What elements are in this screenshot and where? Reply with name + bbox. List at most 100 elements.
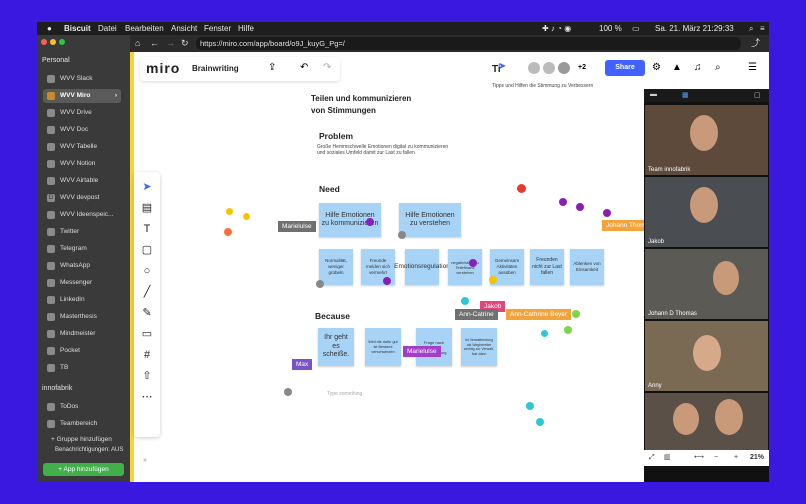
because-title[interactable]: Because (315, 311, 350, 321)
cursor-icon[interactable]: ➤ (498, 61, 513, 76)
app-menu[interactable]: Biscuit (64, 22, 91, 35)
comment-tool-icon[interactable]: ▭ (140, 327, 154, 341)
line-tool-icon[interactable]: ╱ (140, 285, 154, 299)
video-tile[interactable]: Anny (645, 321, 768, 391)
select-tool-icon[interactable]: ➤ (140, 180, 154, 194)
control-center-icon[interactable]: ≡ (760, 22, 765, 35)
voting-dot[interactable] (517, 184, 526, 193)
battery-icon[interactable]: ▭ (632, 22, 640, 35)
status-icons[interactable]: ✚ ♪ ◔ ◉ (542, 22, 571, 35)
sticky-note[interactable]: Freunden nicht zur Last fallen (530, 249, 564, 285)
upload-icon[interactable]: ⇧ (140, 369, 154, 383)
home-icon[interactable]: ⌂ (135, 38, 140, 48)
redo-icon[interactable]: ↷ (323, 62, 331, 73)
export-icon[interactable]: ⇪ (268, 62, 276, 73)
minimize-icon[interactable]: ▬ (650, 91, 657, 98)
more-tools-icon[interactable]: ⋯ (140, 390, 154, 404)
participants-extra[interactable]: +2 (578, 64, 586, 71)
sidebar-item-mindmeister[interactable]: Mindmeister (43, 327, 121, 341)
avatar[interactable] (558, 62, 570, 74)
sticky-note[interactable]: negativistige zu Teilefinanz verstehen (448, 249, 482, 285)
map-icon[interactable]: ▥ (664, 450, 671, 466)
voting-dot[interactable] (559, 198, 567, 206)
zoom-in-button[interactable]: + (734, 450, 738, 466)
voting-dot[interactable] (243, 213, 250, 220)
back-icon[interactable]: ← (150, 38, 159, 48)
grid-view-icon[interactable]: ▦ (682, 91, 689, 99)
zoom-out-button[interactable]: − (714, 450, 718, 466)
collapse-panel-icon[interactable]: » (143, 457, 147, 464)
voting-dot[interactable] (366, 218, 374, 226)
share-button[interactable]: Share (605, 60, 645, 76)
menu-bearbeiten[interactable]: Bearbeiten (125, 22, 164, 35)
sidebar-item-telegram[interactable]: Telegram (43, 242, 121, 256)
voting-dot[interactable] (541, 330, 548, 337)
sticky-note[interactable]: Ihr geht es scheiße. (318, 328, 354, 366)
templates-icon[interactable]: ▤ (140, 201, 154, 215)
share-page-icon[interactable]: ⤴ (751, 38, 760, 48)
voting-dot[interactable] (398, 231, 406, 239)
board-name[interactable]: Brainwriting (192, 64, 239, 73)
fit-width-icon[interactable]: ⟷ (694, 450, 704, 466)
frame-tool-icon[interactable]: # (140, 348, 154, 362)
type-something-placeholder[interactable]: Type something (327, 391, 362, 397)
sidebar-item-todos[interactable]: ToDos (43, 400, 121, 414)
zoom-level[interactable]: 21% (750, 450, 764, 466)
voting-dot[interactable] (226, 208, 233, 215)
board-heading[interactable]: Teilen und kommunizieren von Stimmungen (311, 93, 411, 117)
menu-hilfe[interactable]: Hilfe (238, 22, 254, 35)
add-app-button[interactable]: + App hinzufügen (43, 463, 124, 476)
undo-icon[interactable]: ↶ (300, 62, 308, 73)
sidebar-item-linkedin[interactable]: LinkedIn (43, 293, 121, 307)
sidebar-item-twitter[interactable]: Twitter (43, 225, 121, 239)
search-icon[interactable]: ⌕ (715, 62, 721, 73)
add-group-link[interactable]: + Gruppe hinzufügen (51, 436, 112, 443)
notifications-toggle[interactable]: Benachrichtigungen: AUS (55, 447, 127, 454)
learning-hat-icon[interactable]: ▲ (672, 62, 682, 73)
url-field[interactable]: https://miro.com/app/board/o9J_kuyG_Pg=/ (196, 37, 741, 50)
voting-dot[interactable] (572, 310, 580, 318)
voting-dot[interactable] (461, 297, 469, 305)
video-tile[interactable]: Jakob (645, 177, 768, 247)
fullscreen-icon[interactable]: ⤢ (649, 450, 655, 466)
minimize-window-button[interactable] (50, 39, 56, 45)
sticky-note[interactable]: Ist Verwaltendung als Wegbereiter wichti… (461, 328, 497, 366)
text-tool-icon[interactable]: T (140, 222, 154, 236)
problem-text[interactable]: Große Hemmschwelle Emotionen digital zu … (317, 144, 477, 156)
problem-title[interactable]: Problem (319, 131, 353, 141)
menu-ansicht[interactable]: Ansicht (171, 22, 197, 35)
sidebar-item-wvv-airtable[interactable]: WVV Airtable (43, 174, 121, 188)
board-menu-icon[interactable]: ☰ (748, 62, 757, 73)
sidebar-item-wvv-miro[interactable]: WVV Miro › (43, 89, 121, 103)
sidebar-item-masterthesis[interactable]: Masterthesis (43, 310, 121, 324)
sidebar-item-tb[interactable]: TB (43, 361, 121, 375)
voting-dot[interactable] (383, 277, 391, 285)
voting-dot[interactable] (536, 418, 544, 426)
need-title[interactable]: Need (319, 184, 340, 194)
bell-icon[interactable]: ♫ (694, 62, 702, 73)
avatar[interactable] (543, 62, 555, 74)
sidebar-item-wvv-ideenspeicher[interactable]: WVV Ideenspeic... (43, 208, 121, 222)
forward-icon[interactable]: → (166, 38, 175, 48)
sidebar-item-wvv-tabelle[interactable]: WVV Tabelle (43, 140, 121, 154)
search-icon[interactable]: ⌕ (749, 22, 753, 35)
sidebar-item-wvv-devpost[interactable]: D WVV devpost (43, 191, 121, 205)
reload-icon[interactable]: ↻ (181, 38, 189, 48)
sticky-note[interactable]: Hilfe Emotionen zu verstehen (399, 203, 461, 237)
settings-sliders-icon[interactable]: ⚙ (652, 62, 661, 73)
sidebar-item-whatsapp[interactable]: WhatsApp (43, 259, 121, 273)
voting-dot[interactable] (489, 276, 497, 284)
sticky-note-icon[interactable]: ▢ (140, 243, 154, 257)
close-window-button[interactable] (41, 39, 47, 45)
sidebar-item-messenger[interactable]: Messenger (43, 276, 121, 290)
voting-dot[interactable] (224, 228, 232, 236)
shape-tool-icon[interactable]: ○ (140, 264, 154, 278)
video-tile[interactable]: Team innofabrik (645, 105, 768, 175)
video-tile[interactable]: Johann D Thomas (645, 249, 768, 319)
sidebar-item-wvv-slack[interactable]: WVV Slack (43, 72, 121, 86)
sticky-note[interactable]: Ablenken von Einsamkeit (570, 249, 604, 285)
menu-datei[interactable]: Datei (98, 22, 117, 35)
zoom-window-button[interactable] (59, 39, 65, 45)
voting-dot[interactable] (469, 259, 477, 267)
sidebar-item-wvv-notion[interactable]: WVV Notion (43, 157, 121, 171)
